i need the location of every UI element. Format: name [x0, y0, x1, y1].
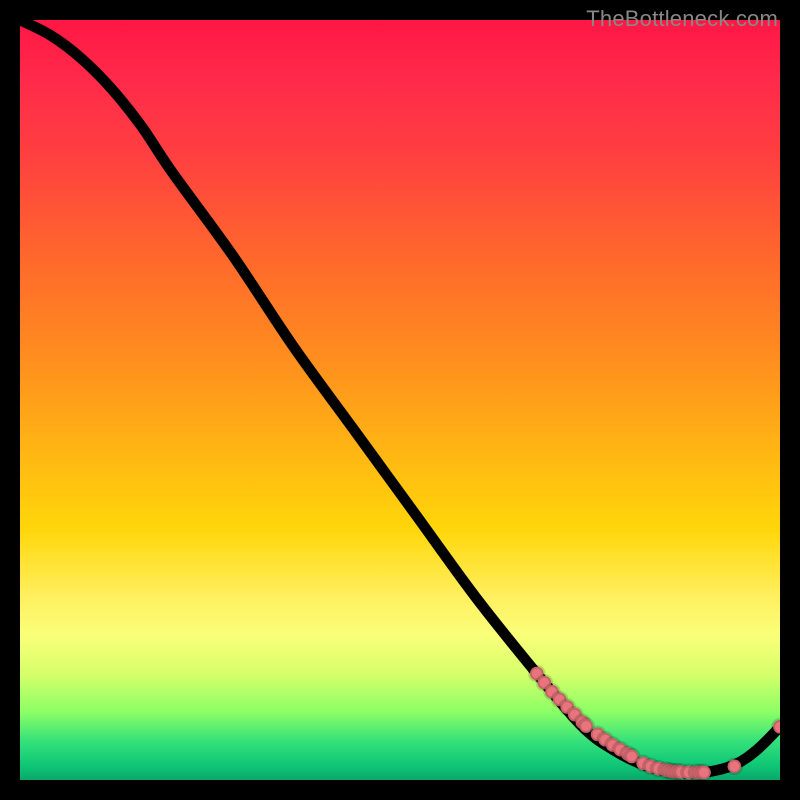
data-point: [728, 759, 742, 773]
chart-svg: [20, 20, 780, 780]
data-point: [773, 720, 780, 734]
watermark-label: TheBottleneck.com: [586, 6, 778, 32]
curve-line: [20, 20, 780, 773]
data-point: [697, 766, 711, 780]
chart-area: [20, 20, 780, 780]
